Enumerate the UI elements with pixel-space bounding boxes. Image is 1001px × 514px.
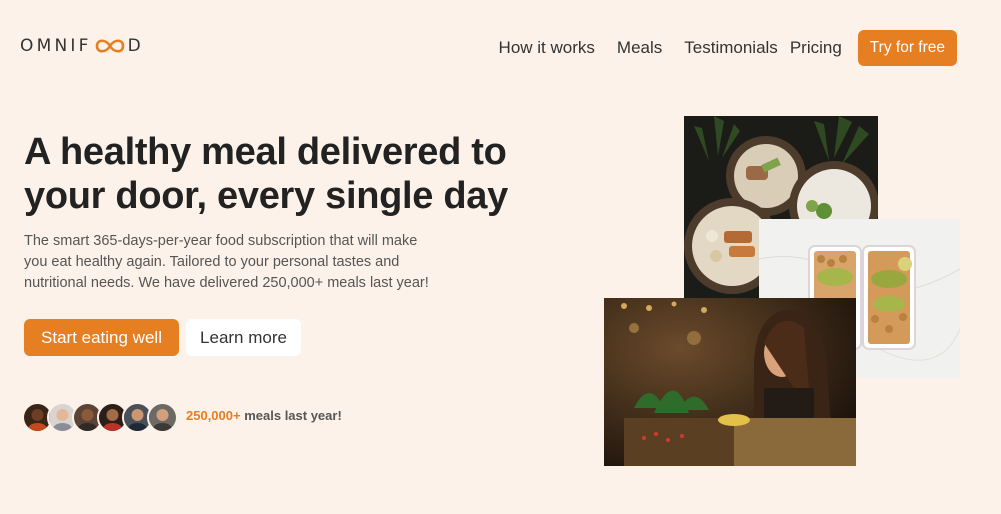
page: OMNIF D How it works Meals Testimonials …: [0, 0, 1001, 514]
customer-avatars: [22, 402, 178, 433]
nav-link-how-it-works[interactable]: How it works: [499, 38, 595, 58]
learn-more-button[interactable]: Learn more: [186, 319, 301, 356]
nav-link-testimonials[interactable]: Testimonials: [684, 38, 778, 58]
logo-text-prefix: OMNIF: [20, 36, 92, 56]
delivered-meals-label: meals last year!: [244, 408, 342, 423]
main-nav: How it works Meals Testimonials Pricing …: [477, 30, 957, 66]
delivered-meals-text: 250,000+ meals last year!: [186, 408, 342, 423]
try-for-free-button[interactable]: Try for free: [857, 30, 957, 66]
logo[interactable]: OMNIF D: [20, 36, 144, 56]
delivered-meals-count: 250,000+: [186, 408, 241, 423]
hero-title: A healthy meal delivered to your door, e…: [24, 130, 584, 218]
avatar: [147, 402, 178, 433]
hero-title-line-1: A healthy meal delivered to: [24, 131, 507, 173]
nav-link-meals[interactable]: Meals: [617, 38, 662, 58]
infinity-logo-icon: [95, 39, 124, 53]
hero-image-woman-eating: [604, 298, 856, 466]
hero-description: The smart 365-days-per-year food subscri…: [24, 233, 429, 291]
hero-title-line-2: your door, every single day: [24, 175, 508, 217]
nav-link-pricing[interactable]: Pricing: [790, 38, 842, 58]
start-eating-well-button[interactable]: Start eating well: [24, 319, 179, 356]
logo-text-suffix: D: [127, 36, 144, 56]
